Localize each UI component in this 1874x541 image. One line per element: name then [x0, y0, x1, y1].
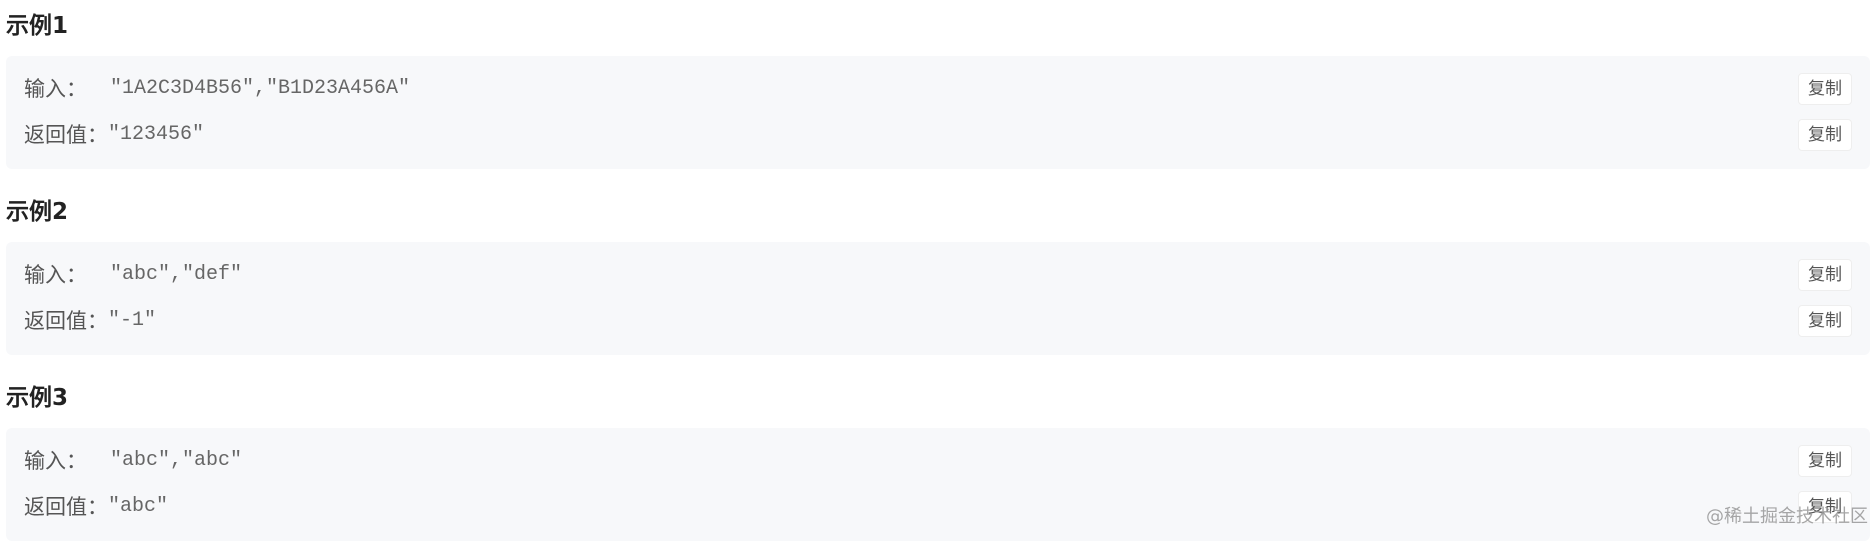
input-value: "1A2C3D4B56","B1D23A456A"	[110, 77, 411, 100]
input-row-1: 输入： "1A2C3D4B56","B1D23A456A" 复制	[24, 73, 1852, 105]
return-value: "123456"	[108, 123, 205, 146]
return-label: 返回值：	[24, 309, 108, 333]
return-value: "abc"	[108, 495, 169, 518]
return-value: "-1"	[108, 309, 157, 332]
example-title-3: 示例3	[6, 385, 69, 411]
example-title-1: 示例1	[6, 13, 69, 39]
example-box-1: 输入： "1A2C3D4B56","B1D23A456A" 复制 返回值： "1…	[6, 56, 1870, 169]
input-label: 输入：	[24, 263, 87, 287]
return-label: 返回值：	[24, 123, 108, 147]
copy-return-button-2[interactable]: 复制	[1798, 305, 1852, 337]
examples-page: 示例1 输入： "1A2C3D4B56","B1D23A456A" 复制 返回值…	[0, 0, 1874, 541]
example-title-2: 示例2	[6, 199, 69, 225]
return-row-1: 返回值： "123456" 复制	[24, 119, 1852, 151]
return-row-3: 返回值： "abc" 复制	[24, 491, 1852, 523]
return-row-2: 返回值： "-1" 复制	[24, 305, 1852, 337]
example-box-2: 输入： "abc","def" 复制 返回值： "-1" 复制	[6, 242, 1870, 355]
input-row-2: 输入： "abc","def" 复制	[24, 259, 1852, 291]
watermark: @稀土掘金技术社区	[1706, 506, 1868, 527]
input-value: "abc","abc"	[110, 449, 243, 472]
copy-input-button-1[interactable]: 复制	[1798, 73, 1852, 105]
input-value: "abc","def"	[110, 263, 243, 286]
return-label: 返回值：	[24, 495, 108, 519]
copy-input-button-2[interactable]: 复制	[1798, 259, 1852, 291]
copy-return-button-1[interactable]: 复制	[1798, 119, 1852, 151]
example-box-3: 输入： "abc","abc" 复制 返回值： "abc" 复制	[6, 428, 1870, 541]
copy-input-button-3[interactable]: 复制	[1798, 445, 1852, 477]
input-label: 输入：	[24, 449, 87, 473]
input-label: 输入：	[24, 77, 87, 101]
input-row-3: 输入： "abc","abc" 复制	[24, 445, 1852, 477]
